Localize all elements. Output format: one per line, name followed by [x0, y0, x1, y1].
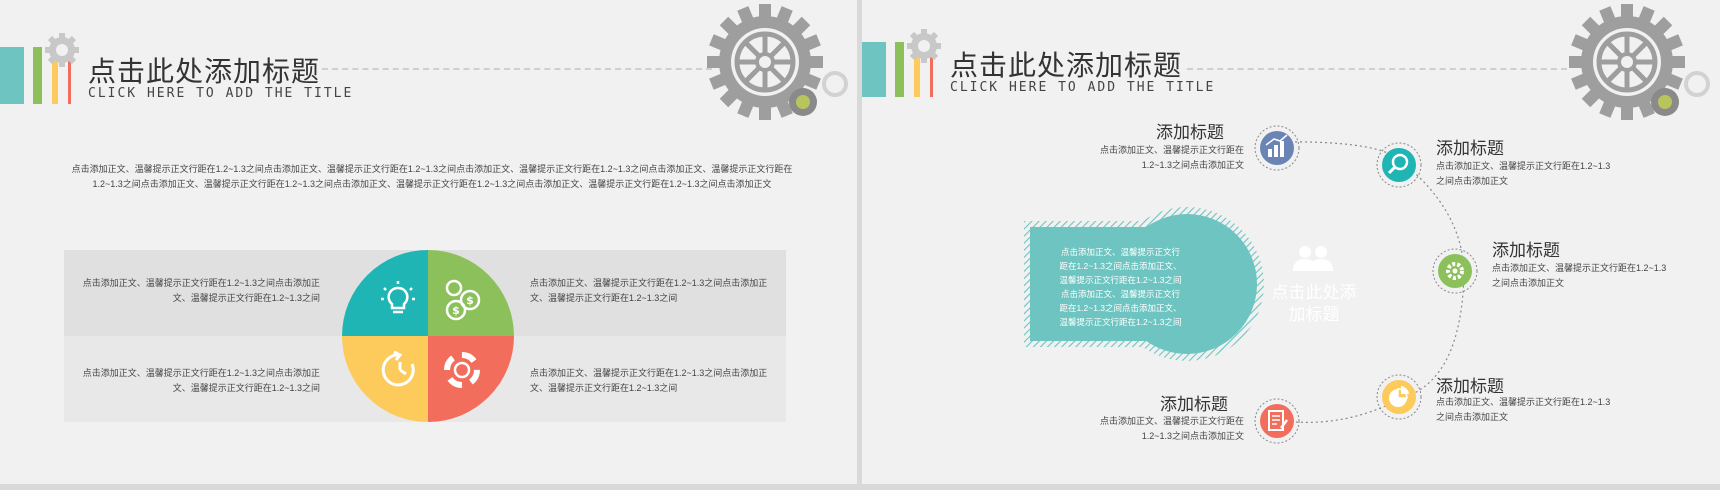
page-title: 点击此处添加标题: [88, 56, 321, 87]
document-icon: [1254, 398, 1300, 444]
node-desc-3: 点击添加正文、温馨提示正文行距在1.2~1.3之间点击添加正文: [1492, 263, 1667, 288]
page-subtitle: CLICK HERE TO ADD THE TITLE: [88, 86, 354, 101]
large-gear-icon: [707, 4, 848, 120]
node-title-4: 添加标题: [1436, 377, 1504, 396]
header-bar-teal: [0, 47, 24, 104]
node-title-5: 添加标题: [1160, 395, 1228, 414]
slide-2: 点击此处添加标题 CLICK HERE TO ADD THE TITLE 点击添…: [862, 0, 1720, 484]
node-desc-2: 点击添加正文、温馨提示正文行距在1.2~1.3之间点击添加正文: [1436, 161, 1611, 186]
cell-text-top-left: 点击添加正文、温馨提示正文行距在1.2~1.3之间点击添加正文、温馨提示正文行距…: [82, 278, 320, 303]
quadrant-circle: [342, 250, 514, 422]
pie-chart-icon: [1376, 374, 1422, 420]
search-icon: [1376, 142, 1422, 188]
center-title: 点击此处添加标题: [1271, 283, 1357, 324]
svg-text:$: $: [452, 304, 460, 317]
header-bar-green: [33, 47, 42, 104]
node-title-1: 添加标题: [1156, 123, 1224, 142]
node-title-2: 添加标题: [1436, 139, 1504, 158]
lifebuoy-icon: [444, 352, 480, 388]
node-desc-5: 点击添加正文、温馨提示正文行距在1.2~1.3之间点击添加正文: [1099, 416, 1244, 441]
center-body-text: 点击添加正文、温馨提示正文行距在1.2~1.3之间点击添加正文、温馨提示正文行距…: [1059, 247, 1182, 327]
cycle-icon: [381, 350, 415, 387]
lightbulb-icon: [381, 281, 415, 314]
svg-text:$: $: [466, 294, 474, 307]
node-title-3: 添加标题: [1492, 241, 1560, 260]
users-icon: [1293, 246, 1333, 271]
node-desc-4: 点击添加正文、温馨提示正文行距在1.2~1.3之间点击添加正文: [1436, 397, 1611, 422]
coins-icon: $ $: [445, 279, 481, 321]
bar-chart-icon: [1254, 125, 1300, 171]
intro-paragraph: 点击添加正文、温馨提示正文行距在1.2~1.3之间点击添加正文、温馨提示正文行距…: [71, 164, 793, 189]
small-gear-icon: [45, 33, 79, 67]
cell-text-bottom-left: 点击添加正文、温馨提示正文行距在1.2~1.3之间点击添加正文、温馨提示正文行距…: [82, 368, 320, 393]
slide-1: 点击此处添加标题 CLICK HERE TO ADD THE TITLE 点击添…: [0, 0, 857, 484]
gear-icon: [1432, 248, 1478, 294]
cell-text-bottom-right: 点击添加正文、温馨提示正文行距在1.2~1.3之间点击添加正文、温馨提示正文行距…: [530, 368, 768, 393]
node-desc-1: 点击添加正文、温馨提示正文行距在1.2~1.3之间点击添加正文: [1099, 145, 1244, 170]
cell-text-top-right: 点击添加正文、温馨提示正文行距在1.2~1.3之间点击添加正文、温馨提示正文行距…: [530, 278, 768, 303]
title-divider: [322, 68, 712, 70]
